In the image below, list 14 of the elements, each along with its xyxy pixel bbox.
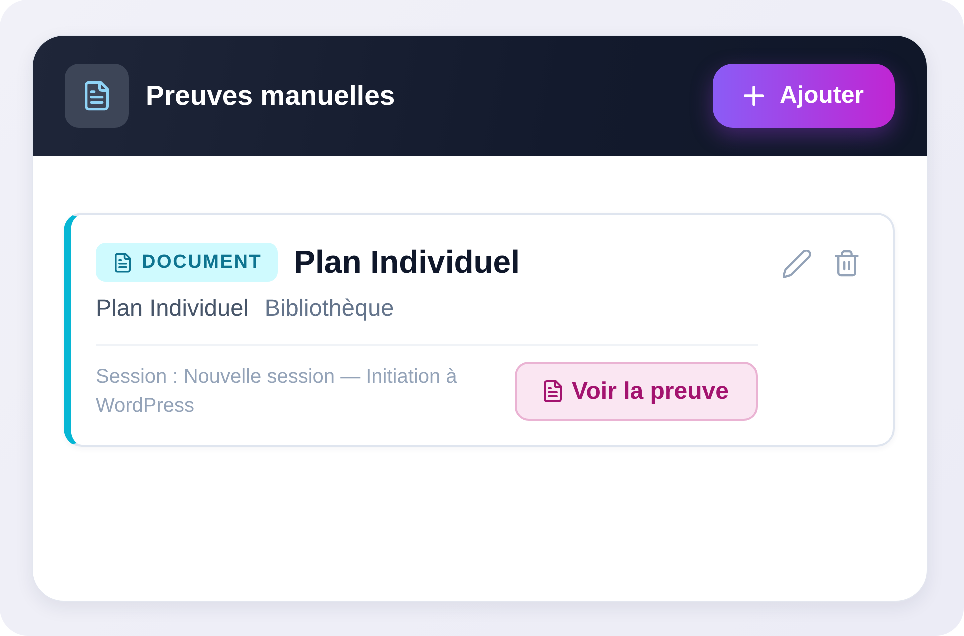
document-icon xyxy=(115,252,131,272)
type-badge: DOCUMENT xyxy=(96,243,278,282)
trash-icon[interactable] xyxy=(835,250,859,277)
proof-subtitle: Plan Individuel xyxy=(96,295,249,322)
document-icon xyxy=(65,64,129,128)
session-text: Session : Nouvelle session — Initiation à WordPress xyxy=(96,364,458,418)
document-icon xyxy=(544,380,562,403)
panel-title: Preuves manuelles xyxy=(146,80,396,112)
proof-title: Plan Individuel xyxy=(294,244,520,281)
add-button[interactable]: Ajouter xyxy=(713,64,895,128)
plus-icon xyxy=(744,86,764,106)
view-proof-button[interactable]: Voir la preuve xyxy=(515,362,758,421)
pencil-icon[interactable] xyxy=(783,250,811,278)
proof-source: Bibliothèque xyxy=(264,295,394,322)
